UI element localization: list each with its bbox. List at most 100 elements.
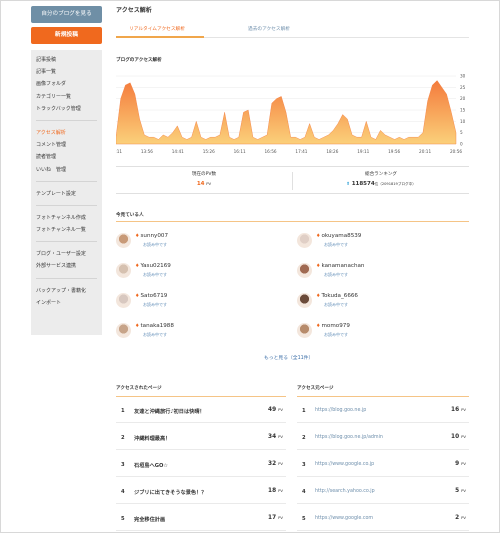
page-rank-row[interactable]: 4 ジブリに出てきそうな景色！？ 18 PV: [116, 479, 286, 504]
x-tick-label: 16:56: [265, 149, 277, 154]
sidebar-item[interactable]: アクセス解析: [36, 127, 102, 139]
visitor-name-line: ♦Sato6719: [135, 293, 167, 299]
sidebar-item[interactable]: トラックバック管理: [36, 103, 102, 115]
pv-count: 16: [451, 407, 460, 413]
tab-realtime[interactable]: リアルタイムアクセス解析: [129, 26, 185, 32]
sidebar-item[interactable]: ブログ・ユーザー設定: [36, 248, 102, 260]
visitor-name: Tokuda_6666: [321, 293, 358, 299]
source-rank-row[interactable]: 4 http://search.yahoo.co.jp 5 PV: [297, 479, 469, 504]
sidebar-item[interactable]: バックアップ・書籍化: [36, 285, 102, 297]
page-title-link[interactable]: 石垣島へGO☆: [134, 462, 168, 469]
source-url-link[interactable]: https://blog.goo.ne.jp: [315, 408, 366, 413]
x-tick-label: 15:26: [203, 149, 215, 154]
visitor-item[interactable]: ♦kanamanachan お読み中です: [297, 262, 467, 282]
source-rank-row[interactable]: 2 https://blog.goo.ne.jp/admin 10 PV: [297, 425, 469, 450]
flame-icon: ♦: [316, 263, 321, 269]
visitor-item[interactable]: ♦Sato6719 お読み中です: [116, 292, 286, 312]
rank-number: 4: [121, 489, 125, 495]
sidebar-item[interactable]: カテゴリー一覧: [36, 91, 102, 103]
pv-count: 34: [268, 434, 277, 440]
source-pv: 5 PV: [455, 488, 466, 494]
rank-number: 2: [121, 435, 125, 441]
sidebar-divider: [36, 273, 97, 279]
active-tab-indicator: [116, 36, 204, 38]
x-tick-label: 17:41: [295, 149, 307, 154]
avatar: [297, 293, 312, 308]
sidebar-item[interactable]: テンプレート設定: [36, 188, 102, 200]
page-title-link[interactable]: 沖縄料理最高！: [134, 435, 170, 442]
sidebar-item[interactable]: 記事一覧: [36, 66, 102, 78]
rank-number: 3: [121, 462, 125, 468]
visitor-name: sunny007: [140, 233, 169, 239]
visitor-status: お読み中です: [143, 272, 167, 277]
visitor-item[interactable]: ♦okuyama8539 お読み中です: [297, 232, 467, 252]
visitor-item[interactable]: ♦sunny007 お読み中です: [116, 232, 286, 252]
sidebar-item[interactable]: いいね 管理: [36, 164, 102, 176]
visitor-item[interactable]: ♦Tokuda_6666 お読み中です: [297, 292, 467, 312]
rank-up-arrow-icon: ⬆: [346, 182, 350, 187]
visitors-title: 今見ている人: [116, 213, 144, 218]
x-tick-label: 18:26: [326, 149, 338, 154]
pages-divider: [116, 396, 286, 397]
page-title-link[interactable]: 完全移住計画: [134, 516, 165, 523]
page-title-link[interactable]: 友達と沖縄旅行♪初日は快晴！: [134, 408, 205, 415]
new-post-button[interactable]: 新規投稿: [31, 27, 102, 44]
sidebar-menu: 記事投稿 記事一覧 画像フォルダ カテゴリー一覧 トラックバック管理 アクセス解析 コメント…: [31, 50, 102, 335]
sources-title: アクセス元ページ: [297, 386, 334, 391]
tab-history[interactable]: 過去のアクセス解析: [248, 26, 290, 32]
source-url-link[interactable]: http://search.yahoo.co.jp: [315, 489, 375, 494]
pv-unit: PV: [461, 434, 466, 439]
source-rank-row[interactable]: 3 https://www.google.co.jp 9 PV: [297, 452, 469, 477]
pv-count: 9: [455, 461, 460, 467]
page-rank-row[interactable]: 3 石垣島へGO☆ 32 PV: [116, 452, 286, 477]
page-pv: 18 PV: [268, 488, 283, 494]
ranking-suffix: 位（2091819ブログ中）: [374, 182, 416, 186]
pv-count: 17: [268, 515, 277, 521]
visitor-item[interactable]: ♦momo979 お読み中です: [297, 322, 467, 342]
pv-unit: PV: [278, 407, 283, 412]
y-tick-label: 25: [460, 85, 466, 90]
sidebar-item[interactable]: 読者管理: [36, 151, 102, 163]
avatar: [116, 323, 131, 338]
sidebar-item[interactable]: 記事投稿: [36, 54, 102, 66]
sidebar-item[interactable]: フォトチャンネル作成: [36, 212, 102, 224]
x-tick-label: 13:11: [116, 149, 122, 154]
sidebar-item[interactable]: インポート: [36, 297, 102, 309]
visitor-status: お読み中です: [324, 302, 348, 307]
sidebar-item[interactable]: フォトチャンネル一覧: [36, 224, 102, 236]
page-pv: 32 PV: [268, 461, 283, 467]
flame-icon: ♦: [316, 233, 321, 239]
page-rank-row[interactable]: 1 友達と沖縄旅行♪初日は快晴！ 49 PV: [116, 398, 286, 423]
source-pv: 10 PV: [451, 434, 466, 440]
source-rank-row[interactable]: 1 https://blog.goo.ne.jp 16 PV: [297, 398, 469, 423]
source-rank-row[interactable]: 5 https://www.google.com 2 PV: [297, 506, 469, 531]
more-visitors-link[interactable]: もっと見る（全11件）: [264, 354, 313, 361]
visitor-name-line: ♦okuyama8539: [316, 233, 361, 239]
sidebar-item[interactable]: コメント管理: [36, 139, 102, 151]
x-tick-label: 16:11: [234, 149, 246, 154]
source-url-link[interactable]: https://blog.goo.ne.jp/admin: [315, 435, 383, 440]
avatar: [116, 263, 131, 278]
sidebar-item[interactable]: 外部サービス連携: [36, 260, 102, 272]
avatar: [297, 323, 312, 338]
view-my-blog-button[interactable]: 自分のブログを見る: [31, 6, 102, 23]
flame-icon: ♦: [316, 323, 321, 329]
source-url-link[interactable]: https://www.google.co.jp: [315, 462, 374, 467]
visitor-status: お読み中です: [143, 332, 167, 337]
pv-unit: PV: [278, 461, 283, 466]
page-title-link[interactable]: ジブリに出てきそうな景色！？: [134, 489, 206, 496]
page-rank-row[interactable]: 2 沖縄料理最高！ 34 PV: [116, 425, 286, 450]
avatar: [297, 233, 312, 248]
x-tick-label: 13:56: [141, 149, 153, 154]
sidebar-item[interactable]: 画像フォルダ: [36, 78, 102, 90]
page-rank-row[interactable]: 5 完全移住計画 17 PV: [116, 506, 286, 531]
chart-section-title: ブログのアクセス解析: [116, 58, 162, 63]
source-url-link[interactable]: https://www.google.com: [315, 516, 373, 521]
visitor-item[interactable]: ♦tanaka1988 お読み中です: [116, 322, 286, 342]
pv-count: 18: [268, 488, 277, 494]
ranking-label: 総合ランキング: [364, 172, 398, 177]
pv-unit: PV: [461, 461, 466, 466]
visitor-name: Yasu02169: [140, 263, 171, 269]
visitor-item[interactable]: ♦Yasu02169 お読み中です: [116, 262, 286, 282]
rank-number: 5: [302, 516, 306, 522]
